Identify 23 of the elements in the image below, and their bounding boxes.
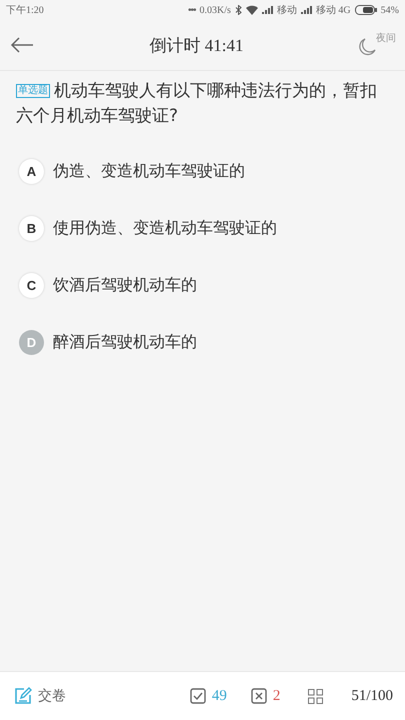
option-text: 醉酒后驾驶机动车的 [53, 332, 197, 353]
option-text: 饮酒后驾驶机动车的 [53, 275, 197, 296]
correct-count: 49 [212, 688, 227, 704]
carrier-name: 移动 [276, 4, 297, 17]
submit-button[interactable]: 交卷 [12, 685, 68, 707]
countdown-title: 倒计时 41:41 [150, 34, 244, 56]
network-speed: 0.03K/s [200, 4, 231, 16]
battery-level: 54% [380, 4, 399, 16]
option-letter-circle: B [19, 216, 44, 241]
carrier-name: 移动 4G [316, 4, 351, 17]
wrong-count: 2 [272, 688, 280, 704]
answer-option[interactable]: C 饮酒后驾驶机动车的 [19, 257, 389, 314]
option-text: 伪造、变造机动车驾驶证的 [53, 161, 245, 182]
answer-option[interactable]: D 醉酒后驾驶机动车的 [19, 314, 389, 371]
option-letter-circle: A [19, 159, 44, 184]
answer-option[interactable]: B 使用伪造、变造机动车驾驶证的 [19, 200, 389, 257]
option-letter-circle: D [19, 330, 44, 355]
status-time: 下午1:20 [6, 4, 44, 17]
more-dots: ••• [188, 4, 196, 16]
question-text: 单选题 机动车驾驶人有以下哪种违法行为的，暂扣六个月机动车驾驶证? [16, 80, 378, 128]
option-letter-circle: C [19, 273, 44, 298]
option-text: 使用伪造、变造机动车驾驶证的 [53, 218, 277, 239]
answer-option[interactable]: A 伪造、变造机动车驾驶证的 [19, 143, 389, 200]
